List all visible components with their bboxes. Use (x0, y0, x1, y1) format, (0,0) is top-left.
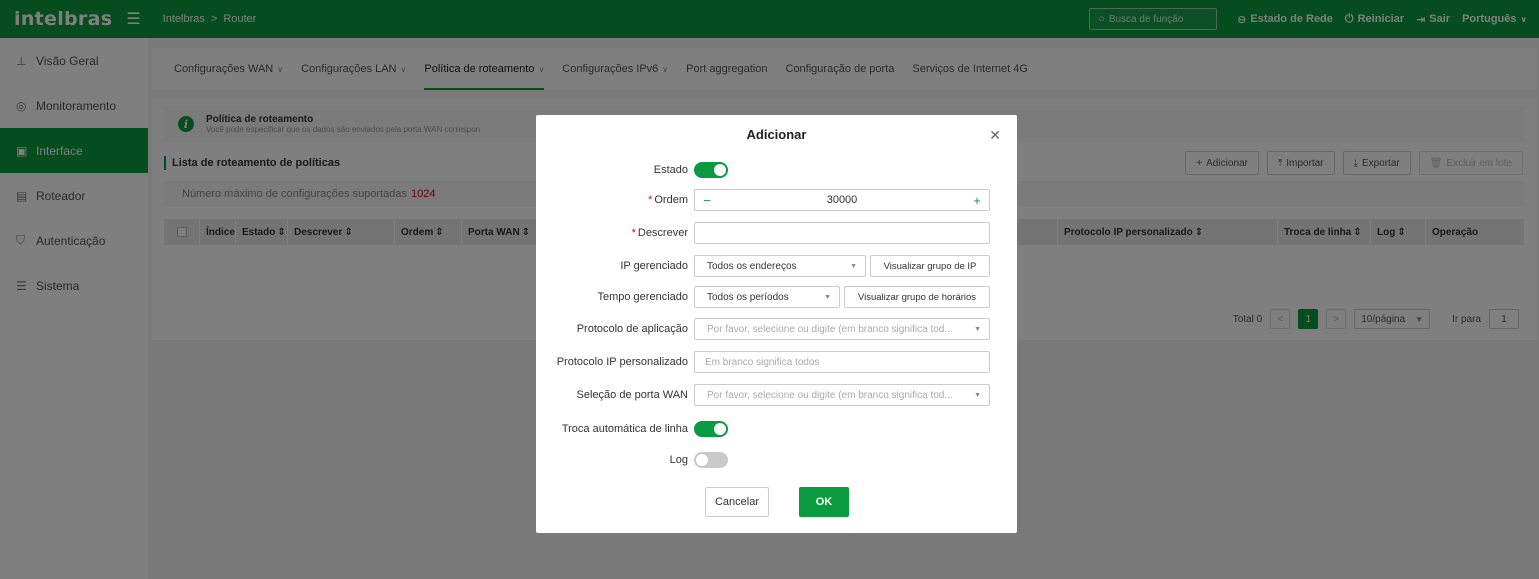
protocolo-ip-label: Protocolo IP personalizado (556, 356, 688, 368)
row-log: Log (536, 451, 1017, 469)
ip-gerenciado-select[interactable]: Todos os endereços ▼ (694, 255, 866, 277)
required-mark: * (648, 194, 653, 206)
descrever-label-text: Descrever (637, 227, 688, 239)
row-porta-wan: Seleção de porta WAN Por favor, selecion… (536, 384, 1017, 406)
protocolo-aplicacao-select[interactable]: Por favor, selecione ou digite (em branc… (694, 318, 990, 340)
decrement-button[interactable]: − (695, 193, 719, 208)
descrever-label: * Descrever (536, 227, 694, 239)
porta-wan-placeholder: Por favor, selecione ou digite (em branc… (707, 389, 953, 401)
caret-down-icon: ▼ (974, 325, 981, 333)
tempo-gerenciado-value: Todos os períodos (707, 291, 789, 303)
row-protocolo-ip: Protocolo IP personalizado Em branco sig… (536, 351, 1017, 373)
protocolo-aplicacao-placeholder: Por favor, selecione ou digite (em branc… (707, 323, 953, 335)
view-ip-group-button[interactable]: Visualizar grupo de IP (870, 255, 990, 277)
row-protocolo-aplicacao: Protocolo de aplicação Por favor, seleci… (536, 318, 1017, 340)
porta-wan-label: Seleção de porta WAN (576, 389, 688, 401)
ordem-stepper: − 30000 + (694, 189, 990, 211)
estado-toggle[interactable] (694, 162, 728, 178)
row-ordem: * Ordem − 30000 + (536, 189, 1017, 211)
close-icon[interactable]: ✕ (989, 127, 1001, 144)
log-toggle[interactable] (694, 452, 728, 468)
row-ip-gerenciado: IP gerenciado Todos os endereços ▼ Visua… (536, 255, 1017, 277)
increment-button[interactable]: + (965, 193, 989, 208)
cancel-button[interactable]: Cancelar (705, 487, 769, 517)
row-estado: Estado (536, 161, 1017, 179)
porta-wan-select[interactable]: Por favor, selecione ou digite (em branc… (694, 384, 990, 406)
caret-down-icon: ▼ (824, 293, 831, 301)
add-policy-dialog: Adicionar ✕ Estado * Ordem − 30000 + * Des… (536, 115, 1017, 533)
estado-label: Estado (653, 164, 688, 176)
row-troca-automatica: Troca automática de linha (536, 420, 1017, 438)
ordem-label-text: Ordem (654, 194, 688, 206)
required-mark: * (631, 227, 636, 239)
dialog-title: Adicionar (746, 127, 807, 142)
descrever-input[interactable] (694, 222, 990, 244)
troca-automatica-toggle[interactable] (694, 421, 728, 437)
protocolo-aplicacao-label: Protocolo de aplicação (576, 323, 688, 335)
row-descrever: * Descrever (536, 222, 1017, 244)
tempo-gerenciado-select[interactable]: Todos os períodos ▼ (694, 286, 840, 308)
ip-gerenciado-value: Todos os endereços (707, 260, 797, 272)
row-tempo-gerenciado: Tempo gerenciado Todos os períodos ▼ Vis… (536, 286, 1017, 308)
ok-button[interactable]: OK (799, 487, 849, 517)
ordem-label: * Ordem (536, 194, 694, 206)
ordem-value[interactable]: 30000 (719, 194, 965, 206)
troca-automatica-label: Troca automática de linha (561, 423, 688, 435)
tempo-gerenciado-label: Tempo gerenciado (597, 291, 688, 303)
caret-down-icon: ▼ (974, 391, 981, 399)
caret-down-icon: ▼ (850, 262, 857, 270)
view-time-group-button[interactable]: Visualizar grupo de horários (844, 286, 990, 308)
ip-gerenciado-label: IP gerenciado (620, 260, 688, 272)
log-label: Log (669, 454, 688, 466)
protocolo-ip-input[interactable]: Em branco significa todos (694, 351, 990, 373)
